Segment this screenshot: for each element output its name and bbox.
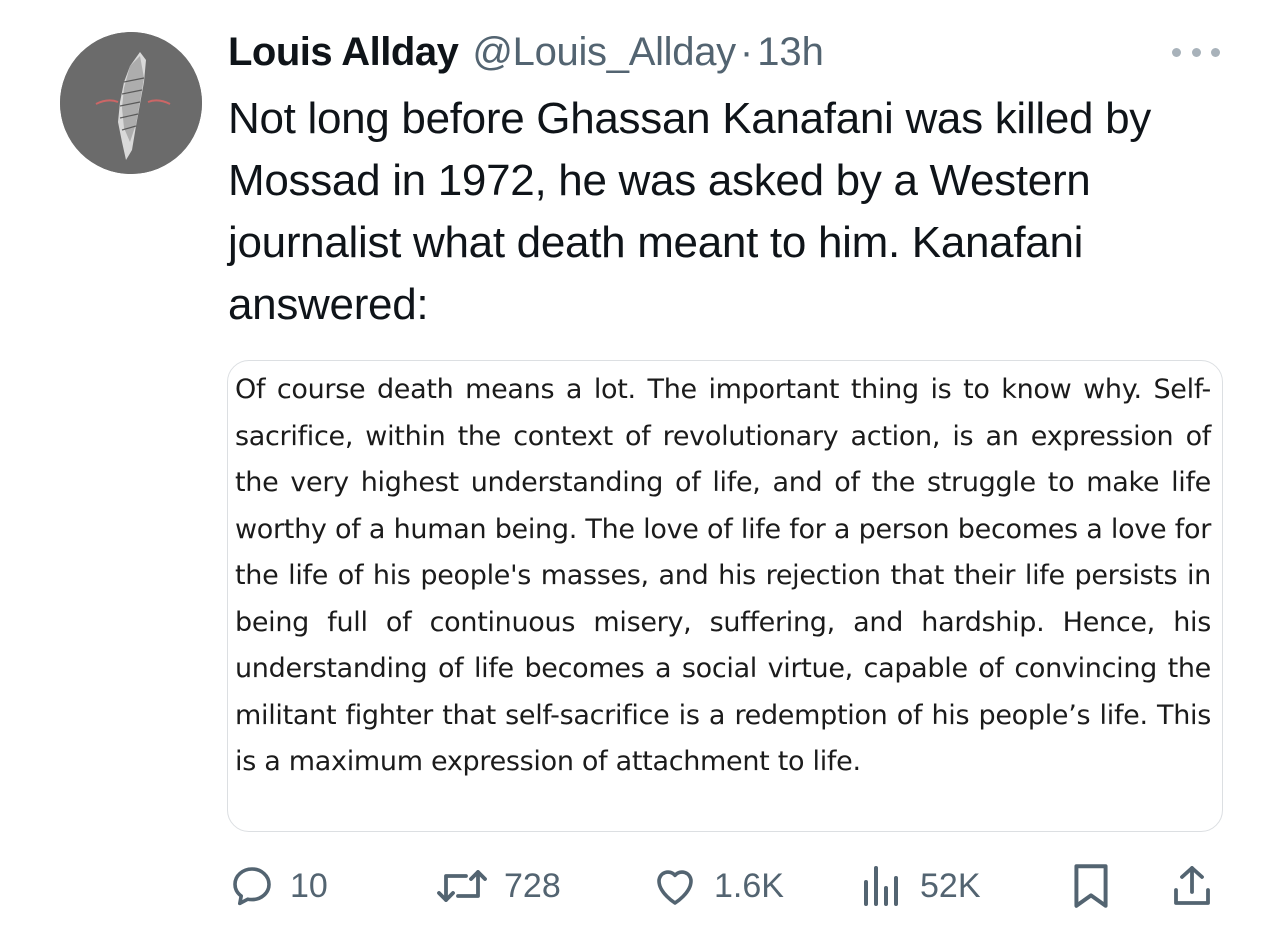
author-handle[interactable]: @Louis_Allday	[472, 30, 736, 75]
timestamp[interactable]: 13h	[757, 30, 824, 75]
like-count: 1.6K	[714, 866, 784, 905]
dot	[1211, 47, 1220, 57]
dot	[1191, 47, 1201, 57]
bookmark-button[interactable]	[1068, 858, 1114, 914]
views-count: 52K	[920, 866, 981, 905]
heart-icon	[657, 870, 693, 905]
dot	[1172, 47, 1181, 57]
bookmark-icon	[1074, 864, 1108, 908]
repost-count: 728	[504, 866, 561, 905]
action-bar: 10 728 1.6K 52K	[228, 858, 1223, 914]
like-button[interactable]: 1.6K	[650, 858, 784, 914]
author-name[interactable]: Louis Allday	[228, 30, 459, 75]
tweet-header: Louis Allday @Louis_Allday · 13h	[228, 30, 824, 82]
reply-count: 10	[290, 866, 328, 905]
separator-dot: ·	[739, 30, 754, 74]
reply-bubble-icon	[233, 867, 271, 906]
more-horizontal-icon[interactable]	[1172, 40, 1220, 64]
repost-icon	[437, 870, 487, 902]
keffiyeh-map-icon	[60, 32, 202, 174]
share-button[interactable]	[1168, 858, 1216, 914]
quote-text: Of course death means a lot. The importa…	[235, 374, 1211, 777]
avatar[interactable]	[60, 32, 202, 174]
views-button[interactable]: 52K	[858, 858, 981, 914]
tweet-text: Not long before Ghassan Kanafani was kil…	[228, 94, 1151, 329]
share-upload-icon	[1174, 866, 1210, 905]
repost-button[interactable]: 728	[434, 858, 561, 914]
reply-button[interactable]: 10	[228, 858, 328, 914]
quote-image[interactable]: Of course death means a lot. The importa…	[227, 360, 1223, 832]
bar-chart-icon	[864, 866, 898, 906]
